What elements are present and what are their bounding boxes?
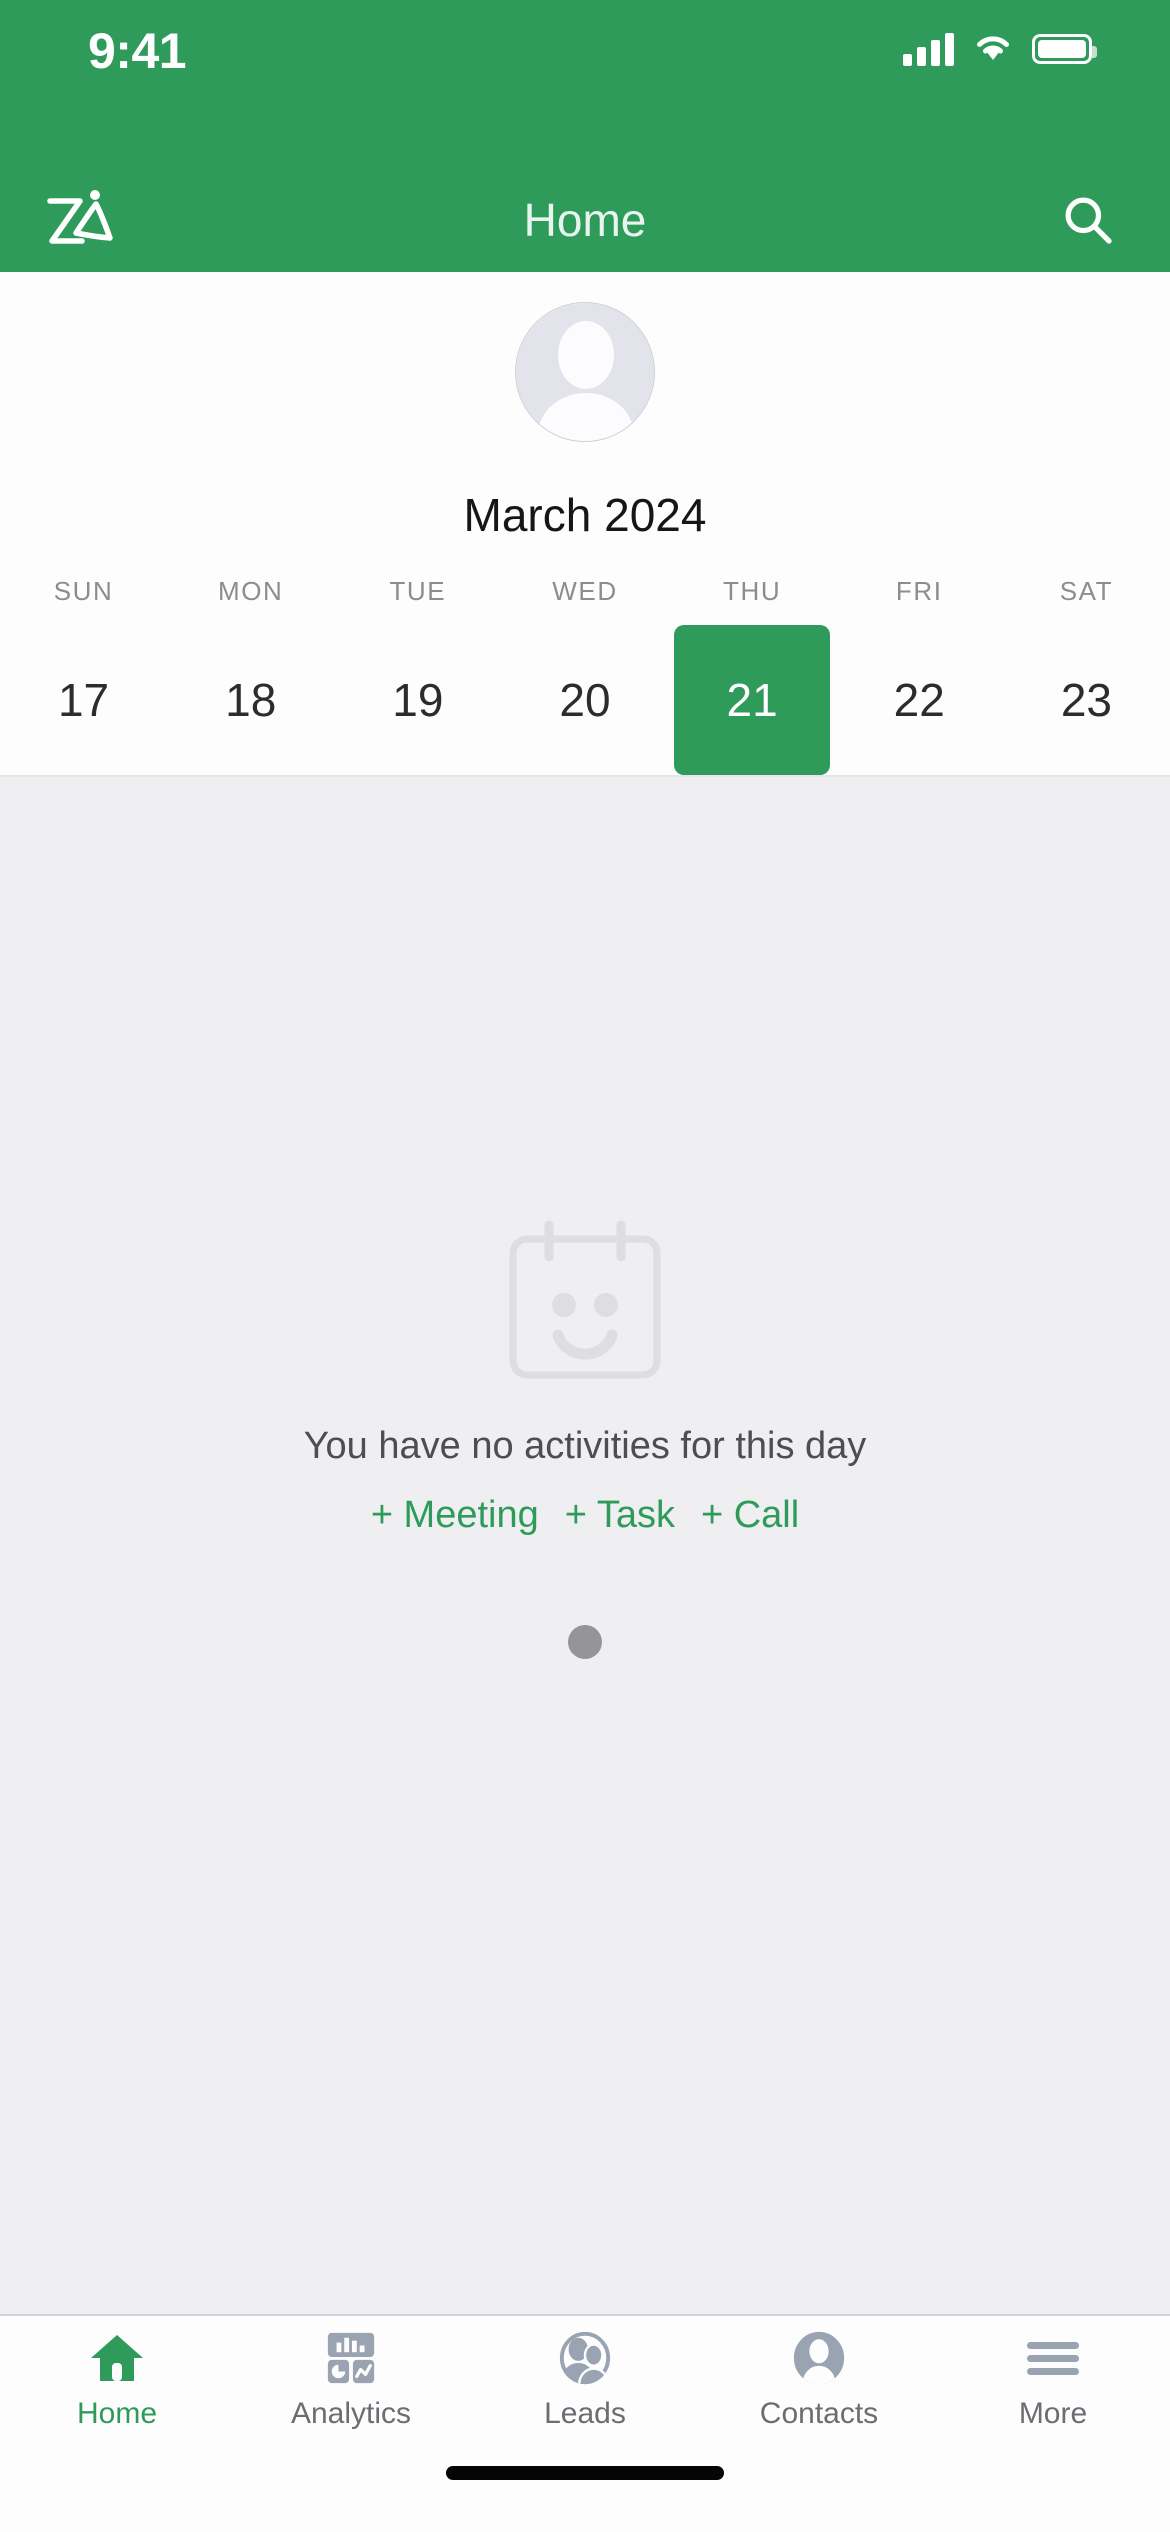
house-icon (89, 2329, 145, 2387)
wifi-icon (972, 30, 1014, 67)
two-people-icon (556, 2329, 614, 2387)
tab-label-home: Home (76, 2397, 158, 2430)
calendar-smiley-icon (500, 1217, 670, 1387)
day-number[interactable]: 19 (340, 625, 496, 775)
weekday-column-mon[interactable]: MON 18 (167, 576, 334, 775)
week-strip: SUN 17 MON 18 TUE 19 WED 20 THU 21 FRI 2… (0, 576, 1170, 775)
page-title: Home (523, 194, 647, 246)
zia-logo[interactable] (40, 187, 120, 253)
avatar[interactable] (515, 302, 655, 442)
weekday-column-sat[interactable]: SAT 23 (1003, 576, 1170, 775)
add-call-link[interactable]: + Call (701, 1494, 799, 1537)
day-cell[interactable]: 20 (501, 625, 668, 775)
weekday-label: MON (217, 576, 284, 606)
weekday-label: THU (723, 576, 782, 606)
tab-home[interactable]: Home (0, 2316, 234, 2444)
empty-state: You have no activities for this day + Me… (0, 1217, 1170, 1537)
status-bar-indicators (903, 30, 1097, 67)
weekday-column-tue[interactable]: TUE 19 (334, 576, 501, 775)
activities-panel: You have no activities for this day + Me… (0, 777, 1170, 2314)
page-dot-active[interactable] (568, 1625, 602, 1659)
page-indicator[interactable] (0, 1625, 1170, 1659)
status-bar: 9:41 (0, 0, 1170, 168)
tab-label-more: More (1018, 2397, 1088, 2430)
app-root: 9:41 Home March 2024 SUN 17 MON 18 TUE 1… (0, 0, 1170, 2532)
battery-icon (1032, 33, 1097, 64)
tab-contacts[interactable]: Contacts (702, 2316, 936, 2444)
day-number[interactable]: 23 (1008, 625, 1164, 775)
calendar-header: March 2024 SUN 17 MON 18 TUE 19 WED 20 T… (0, 272, 1170, 777)
day-number-selected[interactable]: 21 (674, 625, 831, 775)
weekday-column-sun[interactable]: SUN 17 (0, 576, 167, 775)
day-number[interactable]: 22 (841, 625, 997, 775)
empty-state-message: You have no activities for this day (303, 1425, 867, 1467)
weekday-label: FRI (895, 576, 943, 606)
day-cell[interactable]: 22 (836, 625, 1003, 775)
day-cell[interactable]: 23 (1003, 625, 1170, 775)
weekday-label: WED (552, 576, 618, 606)
day-cell[interactable]: 19 (334, 625, 501, 775)
tab-label-analytics: Analytics (290, 2397, 412, 2430)
status-bar-time: 9:41 (88, 23, 187, 79)
weekday-column-wed[interactable]: WED 20 (501, 576, 668, 775)
tab-leads[interactable]: Leads (468, 2316, 702, 2444)
day-number[interactable]: 18 (173, 625, 329, 775)
month-label[interactable]: March 2024 (0, 488, 1170, 542)
weekday-label: TUE (389, 576, 447, 606)
day-number[interactable]: 20 (507, 625, 663, 775)
tab-label-contacts: Contacts (759, 2397, 879, 2430)
home-indicator-area (0, 2444, 1170, 2532)
tab-more[interactable]: More (936, 2316, 1170, 2444)
tab-label-leads: Leads (544, 2397, 626, 2430)
navigation-bar: Home (0, 168, 1170, 272)
person-icon (790, 2329, 848, 2387)
cellular-signal-icon (903, 32, 954, 66)
bottom-tab-bar: Home Analytics Leads Contacts More (0, 2314, 1170, 2444)
weekday-column-fri[interactable]: FRI 22 (836, 576, 1003, 775)
add-meeting-link[interactable]: + Meeting (371, 1494, 539, 1537)
quick-action-row: + Meeting + Task + Call (371, 1494, 799, 1537)
dashboard-chart-icon (324, 2329, 378, 2387)
weekday-label: SAT (1059, 576, 1114, 606)
weekday-column-thu[interactable]: THU 21 (669, 576, 836, 775)
search-icon[interactable] (1052, 184, 1124, 256)
avatar-container[interactable] (0, 302, 1170, 442)
home-indicator-bar[interactable] (446, 2466, 724, 2480)
day-cell[interactable]: 18 (167, 625, 334, 775)
day-number[interactable]: 17 (6, 625, 162, 775)
tab-analytics[interactable]: Analytics (234, 2316, 468, 2444)
add-task-link[interactable]: + Task (565, 1494, 675, 1537)
day-cell[interactable]: 17 (0, 625, 167, 775)
weekday-label: SUN (53, 576, 114, 606)
day-cell[interactable]: 21 (669, 625, 836, 775)
hamburger-menu-icon (1025, 2329, 1081, 2387)
